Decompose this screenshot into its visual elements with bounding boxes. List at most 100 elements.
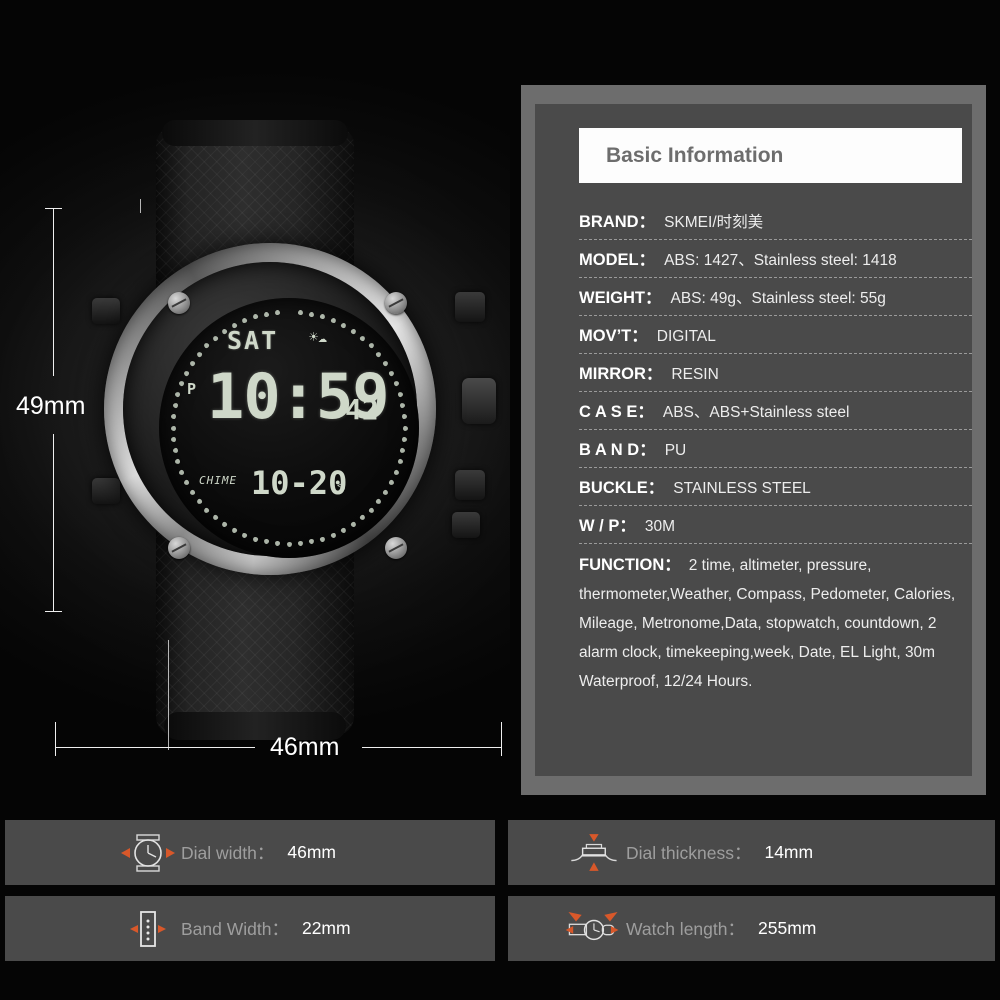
compass-tick (172, 447, 179, 454)
compass-tick (308, 538, 315, 545)
spec-row-key: BRAND： (579, 213, 656, 231)
spec-row-value: STAINLESS STEEL (673, 480, 811, 497)
compass-tick (375, 498, 383, 506)
spec-row: MODEL： ABS: 1427、Stainless steel: 1418 (579, 240, 972, 278)
spec-row-value: SKMEI/时刻美 (664, 214, 764, 231)
band-width-icon (115, 907, 181, 951)
compass-tick (399, 402, 406, 409)
compass-tick (211, 514, 219, 522)
lcd-weather-icon: ☀☁ (309, 328, 328, 346)
lcd-chime-label: CHIME (199, 474, 238, 487)
compass-tick (230, 526, 238, 534)
watch-pusher-left-bottom (92, 478, 120, 504)
compass-tick (396, 391, 404, 398)
compass-tick (392, 469, 400, 476)
compass-tick (174, 391, 182, 398)
spec-row-value: 30M (644, 518, 675, 535)
extension-line-top (140, 199, 141, 213)
spec-row-value: ABS: 49g、Stainless steel: 55g (670, 290, 886, 307)
compass-tick (211, 334, 219, 342)
compass-tick (252, 313, 259, 321)
compass-tick (375, 350, 383, 358)
watch-length-icon (560, 907, 626, 951)
compass-tick (401, 413, 408, 420)
compass-tick (203, 342, 211, 350)
measure-bar-value: 22mm (301, 918, 351, 938)
watch-pusher-right-lower (452, 512, 480, 538)
spec-row-function: FUNCTION： 2 time, altimeter, pressure, th… (579, 544, 972, 703)
compass-tick (330, 531, 337, 539)
spec-row-key: C A S E： (579, 403, 654, 421)
spec-row-value: ABS、ABS+Stainless steel (662, 404, 850, 421)
compass-tick (174, 458, 182, 465)
compass-tick (252, 535, 259, 543)
compass-tick (330, 317, 337, 325)
spec-row-value: 2 time, altimeter, pressure, thermometer… (579, 557, 956, 690)
compass-tick (195, 350, 203, 358)
bezel-screw-top-right (385, 292, 407, 314)
compass-tick (381, 488, 389, 496)
watch-pusher-right-top (455, 292, 485, 322)
spec-row: C A S E： ABS、ABS+Stainless steel (579, 392, 972, 430)
compass-tick (241, 317, 248, 325)
compass-tick (297, 540, 304, 547)
measure-bar-label: Watch length： (626, 919, 745, 939)
compass-tick (170, 413, 177, 420)
spec-row-value: DIGITAL (656, 328, 716, 345)
compass-tick (221, 520, 229, 528)
spec-row-key: MOV’T： (579, 327, 648, 345)
watch-lcd-dial: SAT ☀☁ P 10:59 42 CHIME 10-20 ◁ (159, 298, 419, 558)
bezel-screw-bottom-right (385, 537, 407, 559)
compass-tick (189, 488, 197, 496)
bezel-screw-bottom-left (168, 537, 190, 559)
measure-bar-band-width: Band Width： 22mm (5, 896, 495, 961)
lcd-date: 10-20 (251, 464, 348, 502)
compass-tick (274, 309, 281, 316)
lcd-seconds: 42 (345, 393, 379, 426)
compass-tick (340, 526, 348, 534)
height-dimension-cap-bottom (45, 611, 62, 612)
spec-row-key: FUNCTION： (579, 556, 681, 574)
compass-tick (359, 334, 367, 342)
measure-bar-dial-thickness: Dial thickness： 14mm (508, 820, 995, 885)
compass-tick (399, 447, 406, 454)
compass-tick (286, 541, 292, 547)
measure-bar-value: 14mm (764, 842, 814, 862)
compass-tick (178, 469, 186, 476)
watch-profile-height-icon (560, 831, 626, 875)
width-dimension-line-left (55, 747, 255, 748)
lcd-weekday: SAT (227, 326, 279, 355)
compass-tick (340, 322, 348, 330)
watch-pusher-left-top (92, 298, 120, 324)
width-dimension-cap-left (55, 722, 56, 756)
spec-row-key: B A N D： (579, 441, 656, 459)
compass-tick (367, 506, 375, 514)
compass-tick (349, 520, 357, 528)
spec-row: W / P： 30M (579, 506, 972, 544)
compass-tick (263, 538, 270, 545)
compass-tick (170, 425, 176, 431)
spec-row: BUCKLE： STAINLESS STEEL (579, 468, 972, 506)
spec-rows: BRAND： SKMEI/时刻美 MODEL： ABS: 1427、Stainless… (579, 202, 972, 703)
height-dimension-cap-top (45, 208, 62, 209)
compass-tick (387, 479, 395, 487)
measure-bar-value: 255mm (758, 918, 817, 938)
watch-strap-upper-end (162, 120, 348, 146)
product-photo: SAT ☀☁ P 10:59 42 CHIME 10-20 ◁ 49mm 46m… (0, 0, 510, 812)
compass-tick (203, 506, 211, 514)
lcd-pm-indicator: P (187, 380, 197, 398)
spec-row-value: ABS: 1427、Stainless steel: 1418 (664, 252, 897, 269)
compass-tick (189, 360, 197, 368)
watch-face-width-icon (115, 831, 181, 875)
spec-row: B A N D： PU (579, 430, 972, 468)
width-dimension-cap-right (501, 722, 502, 756)
compass-tick (297, 309, 304, 316)
width-dimension-label: 46mm (270, 733, 340, 761)
spec-row-key: BUCKLE： (579, 479, 665, 497)
spec-row-key: WEIGHT： (579, 289, 662, 307)
compass-tick (178, 380, 186, 387)
height-dimension-label: 49mm (16, 392, 86, 420)
compass-tick (401, 436, 408, 443)
compass-tick (402, 425, 408, 431)
bezel-screw-top-left (168, 292, 190, 314)
